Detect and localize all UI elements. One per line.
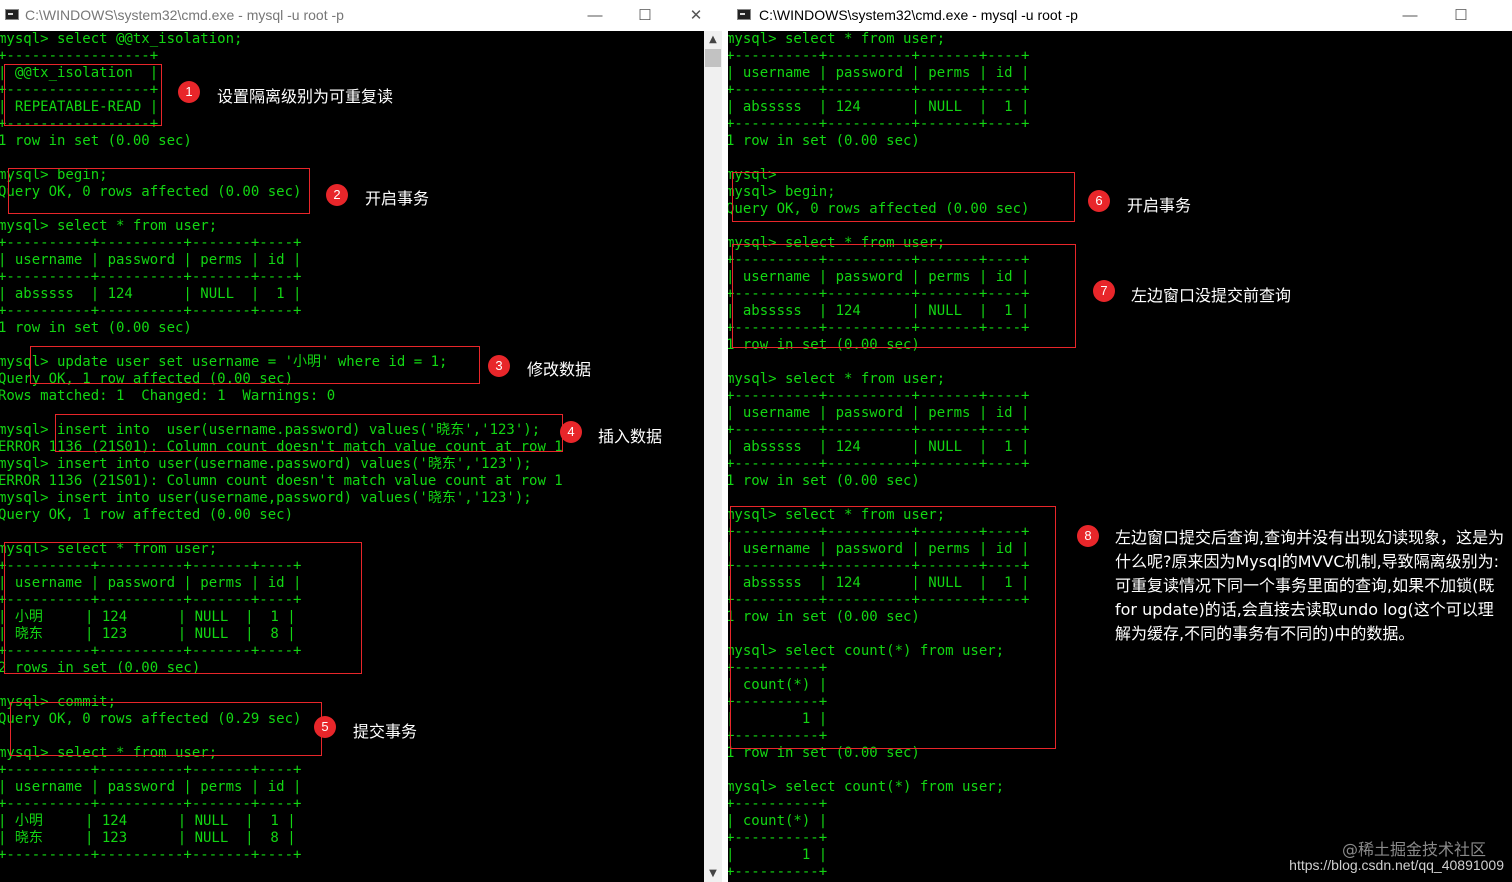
right-terminal-line: +----------+----------+-------+----+ — [728, 456, 1030, 472]
left-terminal-line: Rows matched: 1 Changed: 1 Warnings: 0 — [0, 388, 336, 404]
highlight-box-commit — [10, 702, 322, 756]
cmd-icon — [5, 9, 19, 20]
right-terminal-line: +----------+ — [728, 796, 828, 812]
left-terminal-line: Query OK, 1 row affected (0.00 sec) — [0, 507, 294, 523]
annotation-text-5: 提交事务 — [353, 722, 418, 741]
left-terminal-line: +----------+----------+-------+----+ — [0, 303, 302, 319]
highlight-box-update — [30, 346, 480, 384]
scroll-up-icon[interactable]: ▲ — [704, 31, 722, 48]
left-terminal-line: 1 row in set (0.00 sec) — [0, 320, 192, 336]
annotation-text-2: 开启事务 — [365, 189, 430, 208]
scroll-thumb[interactable] — [705, 49, 721, 67]
annotation-badge-5: 5 — [314, 716, 336, 738]
right-terminal-output[interactable]: mysql> select * from user; +----------+--… — [728, 31, 1512, 882]
left-scrollbar[interactable]: ▲ ▼ — [704, 31, 722, 882]
left-terminal-line: mysql> select * from user; — [0, 218, 218, 234]
annotation-text-6: 开启事务 — [1127, 196, 1192, 215]
left-terminal-line: +-----------------+ — [0, 48, 159, 64]
right-terminal-line: +----------+----------+-------+----+ — [728, 116, 1030, 132]
left-terminal-line: +----------+----------+-------+----+ — [0, 235, 302, 251]
minimize-icon[interactable]: — — [1390, 3, 1430, 28]
right-terminal-line: +----------+ — [728, 864, 828, 880]
highlight-box-right-select-before — [732, 244, 1076, 348]
left-titlebar[interactable]: C:\WINDOWS\system32\cmd.exe - mysql -u r… — [0, 0, 722, 31]
right-terminal-line: +----------+----------+-------+----+ — [728, 422, 1030, 438]
maximize-icon[interactable]: ☐ — [625, 3, 665, 28]
left-window-title: C:\WINDOWS\system32\cmd.exe - mysql -u r… — [25, 7, 344, 23]
highlight-box-right-begin — [732, 172, 1075, 222]
annotation-badge-8: 8 — [1077, 525, 1099, 547]
annotation-badge-1: 1 — [178, 81, 200, 103]
watermark-url: https://blog.csdn.net/qq_40891009 — [1289, 857, 1504, 873]
right-window-title: C:\WINDOWS\system32\cmd.exe - mysql -u r… — [759, 7, 1078, 23]
left-terminal-line: mysql> select @@tx_isolation; — [0, 31, 243, 47]
right-titlebar[interactable]: C:\WINDOWS\system32\cmd.exe - mysql -u r… — [728, 0, 1512, 31]
scroll-down-icon[interactable]: ▼ — [704, 865, 722, 882]
right-terminal-line: 1 row in set (0.00 sec) — [728, 133, 920, 149]
annotation-badge-2: 2 — [326, 184, 348, 206]
annotation-badge-6: 6 — [1088, 190, 1110, 212]
left-terminal-line: 1 row in set (0.00 sec) — [0, 133, 192, 149]
close-icon[interactable]: ✕ — [676, 3, 716, 28]
right-terminal-line: mysql> select * from user; — [728, 371, 946, 387]
left-terminal-line: | absssss | 124 | NULL | 1 | — [0, 286, 302, 302]
highlight-box-insert — [55, 414, 563, 452]
left-terminal-line: | 晓东 | 123 | NULL | 8 | — [0, 830, 296, 846]
left-terminal-line: | username | password | perms | id | — [0, 779, 302, 795]
annotation-text-4: 插入数据 — [598, 427, 663, 446]
left-terminal-line: +----------+----------+-------+----+ — [0, 762, 302, 778]
annotation-text-8: 左边窗口提交后查询,查询并没有出现幻读现象，这是为什么呢?原来因为Mysql的M… — [1115, 528, 1505, 643]
right-terminal-line: +----------+----------+-------+----+ — [728, 82, 1030, 98]
right-terminal-line: +----------+ — [728, 830, 828, 846]
right-terminal-line: | count(*) | — [728, 813, 828, 829]
right-terminal-line: | 1 | — [728, 847, 828, 863]
right-terminal-line: +----------+----------+-------+----+ — [728, 388, 1030, 404]
right-terminal-line: | username | password | perms | id | — [728, 405, 1030, 421]
left-terminal-line: +----------+----------+-------+----+ — [0, 796, 302, 812]
right-terminal-line: 1 row in set (0.00 sec) — [728, 473, 920, 489]
left-terminal-line: mysql> insert into user(username,passwor… — [0, 490, 532, 506]
right-terminal-line: +----------+----------+-------+----+ — [728, 48, 1030, 64]
minimize-icon[interactable]: — — [575, 3, 615, 28]
annotation-badge-4: 4 — [560, 421, 582, 443]
right-terminal-line: | absssss | 124 | NULL | 1 | — [728, 439, 1030, 455]
annotation-text-7: 左边窗口没提交前查询 — [1131, 286, 1292, 305]
left-terminal-line: +----------+----------+-------+----+ — [0, 847, 302, 863]
highlight-box-right-select-after — [730, 506, 1056, 749]
left-terminal-line: | 小明 | 124 | NULL | 1 | — [0, 813, 296, 829]
right-cmd-window: C:\WINDOWS\system32\cmd.exe - mysql -u r… — [728, 0, 1512, 882]
right-terminal-line: mysql> select count(*) from user; — [728, 779, 1005, 795]
maximize-icon[interactable]: ☐ — [1441, 3, 1481, 28]
right-terminal-line: mysql> select * from user; — [728, 31, 946, 47]
highlight-box-select-after-insert — [4, 542, 362, 674]
annotation-badge-3: 3 — [488, 355, 510, 377]
annotation-text-3: 修改数据 — [527, 360, 592, 379]
cmd-icon — [737, 9, 751, 20]
left-terminal-line: +----------+----------+-------+----+ — [0, 269, 302, 285]
annotation-badge-7: 7 — [1093, 280, 1115, 302]
right-terminal-line: | username | password | perms | id | — [728, 65, 1030, 81]
left-terminal-line: ERROR 1136 (21S01): Column count doesn't… — [0, 473, 563, 489]
highlight-box-isolation — [4, 64, 162, 126]
highlight-box-begin — [8, 168, 310, 214]
left-terminal-line: mysql> insert into user(username.passwor… — [0, 456, 532, 472]
left-terminal-line: | username | password | perms | id | — [0, 252, 302, 268]
right-terminal-line: | absssss | 124 | NULL | 1 | — [728, 99, 1030, 115]
annotation-text-1: 设置隔离级别为可重复读 — [217, 87, 394, 106]
